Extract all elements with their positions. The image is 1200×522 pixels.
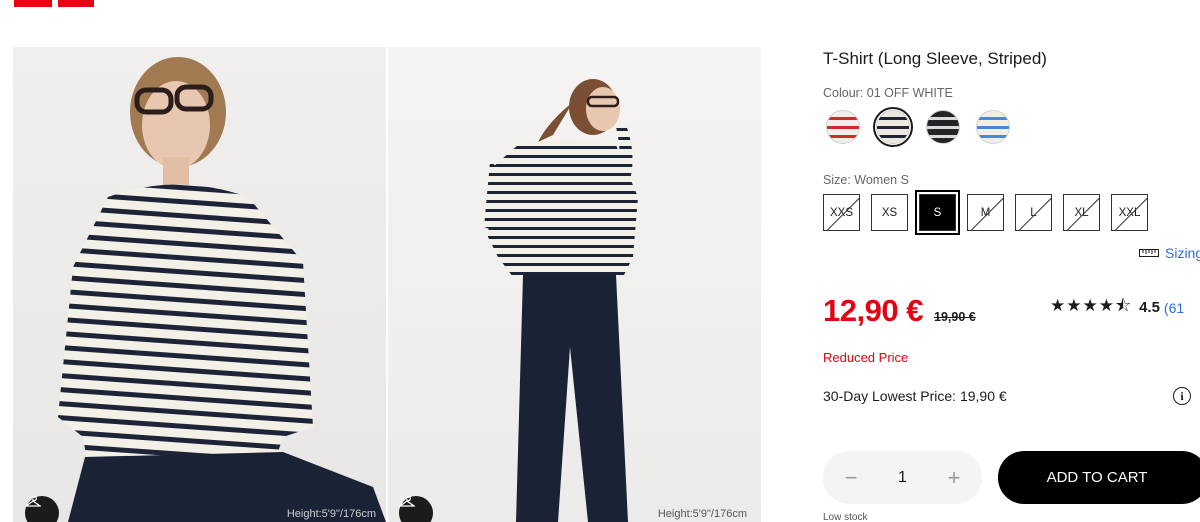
- quantity-stepper: − 1 +: [823, 451, 982, 504]
- colour-swatches: [823, 107, 1013, 147]
- size-option-xxl[interactable]: XXL: [1111, 194, 1148, 231]
- model-height-label: Height:5'9"/176cm: [657, 508, 747, 520]
- size-label: Size: Women S: [823, 173, 909, 187]
- lowest-price-text: 30-Day Lowest Price: 19,90 €: [823, 388, 1007, 404]
- colour-swatch-off-white-navy-stripe[interactable]: [873, 107, 913, 147]
- size-option-m[interactable]: M: [967, 194, 1004, 231]
- uniqlo-logo[interactable]: [14, 0, 94, 7]
- try-on-button-2[interactable]: [399, 496, 433, 522]
- quantity-value[interactable]: 1: [898, 469, 907, 487]
- add-to-cart-button[interactable]: ADD TO CART: [998, 451, 1200, 504]
- colour-swatch-blue-stripe[interactable]: [973, 107, 1013, 147]
- logo-block-2: [58, 0, 94, 7]
- rating-count[interactable]: (61: [1164, 300, 1184, 316]
- stock-status: Low stock: [823, 512, 868, 522]
- swatch-pattern: [876, 110, 910, 144]
- ruler-icon: [1139, 249, 1159, 257]
- try-on-button[interactable]: [25, 496, 59, 522]
- model-height-label: Height:5'9"/176cm: [286, 508, 376, 520]
- size-option-l[interactable]: L: [1015, 194, 1052, 231]
- swatch-pattern: [926, 110, 960, 144]
- size-options: XXS XS S M L XL XXL: [823, 190, 1148, 235]
- minus-icon[interactable]: −: [841, 465, 861, 491]
- swatch-pattern: [976, 110, 1010, 144]
- rating-stars-icon: ★★★★⯪: [1050, 296, 1133, 315]
- swatch-pattern: [826, 110, 860, 144]
- product-image-2[interactable]: Height:5'9"/176cm: [388, 47, 761, 522]
- rating[interactable]: ★★★★⯪ 4.5 (61: [1050, 293, 1184, 322]
- size-option-xs[interactable]: XS: [871, 194, 908, 231]
- original-price: 19,90 €: [934, 310, 976, 324]
- colour-label: Colour: 01 OFF WHITE: [823, 86, 953, 100]
- hanger-icon: [25, 496, 41, 507]
- colour-swatch-red-stripe[interactable]: [823, 107, 863, 147]
- reduced-price-label: Reduced Price: [823, 350, 909, 365]
- model-standing-illustration: [484, 79, 638, 522]
- sizing-link-label: Sizing: [1165, 245, 1200, 261]
- size-option-s[interactable]: S: [915, 190, 960, 235]
- sizing-link[interactable]: Sizing: [1139, 245, 1200, 261]
- info-icon[interactable]: i: [1173, 387, 1191, 405]
- rating-value: 4.5: [1139, 299, 1160, 316]
- model-seated-illustration: [58, 57, 386, 522]
- size-option-xxs[interactable]: XXS: [823, 194, 860, 231]
- current-price: 12,90 €: [823, 293, 923, 328]
- hanger-icon: [399, 496, 415, 507]
- plus-icon[interactable]: +: [944, 465, 964, 491]
- product-image-1[interactable]: Height:5'9"/176cm: [13, 47, 386, 522]
- product-title: T-Shirt (Long Sleeve, Striped): [823, 49, 1047, 68]
- size-option-xl[interactable]: XL: [1063, 194, 1100, 231]
- logo-block-1: [14, 0, 52, 7]
- colour-swatch-black-stripe[interactable]: [923, 107, 963, 147]
